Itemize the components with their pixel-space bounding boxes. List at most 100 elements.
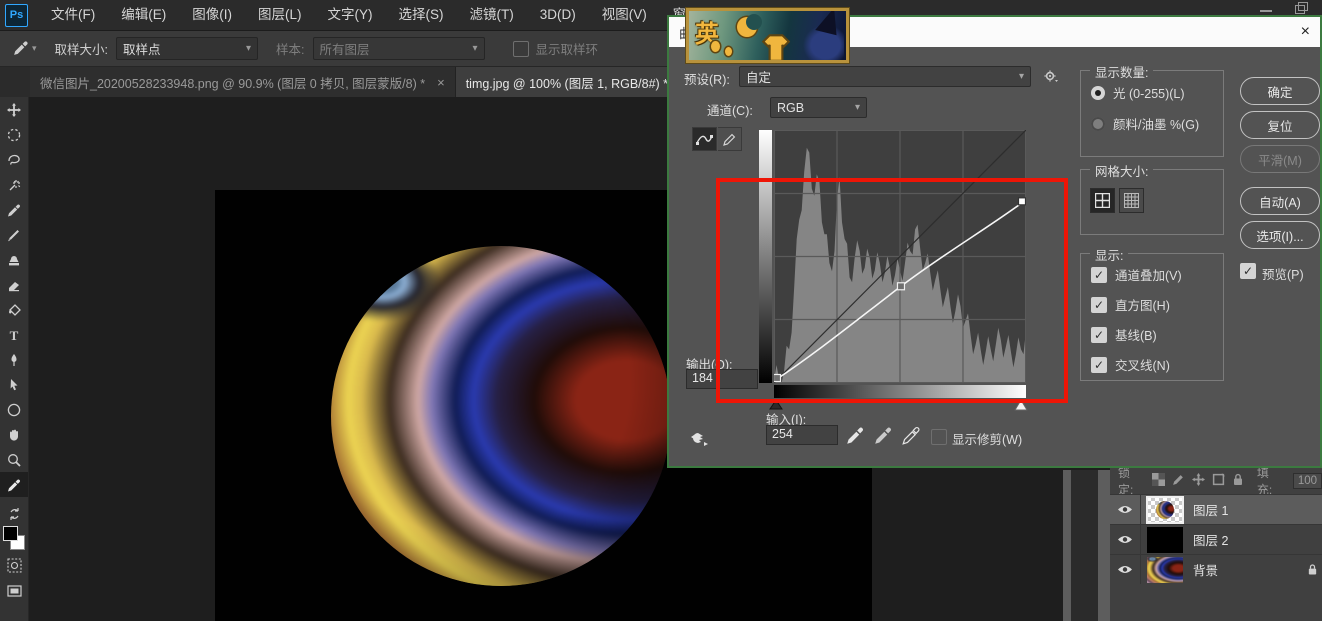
eyedropper-tool-icon[interactable]: ▾ xyxy=(12,40,37,57)
preset-dropdown[interactable]: 自定▾ xyxy=(739,66,1031,87)
clone-stamp-tool[interactable] xyxy=(0,247,28,272)
chevron-down-icon: ▾ xyxy=(1019,71,1024,82)
photoshop-window: Ps 文件(F)编辑(E)图像(I)图层(L)文字(Y)选择(S)滤镜(T)3D… xyxy=(0,0,1322,621)
lock-artboard-icon[interactable] xyxy=(1212,473,1225,489)
document-tab-1[interactable]: timg.jpg @ 100% (图层 1, RGB/8#) * xyxy=(456,67,679,97)
window-controls xyxy=(1260,3,1308,14)
gray-point-eyedropper-icon[interactable] xyxy=(873,425,893,452)
chevron-down-icon: ▾ xyxy=(855,102,860,113)
ok-button[interactable]: 确定 xyxy=(1240,77,1320,105)
zoom-tool[interactable] xyxy=(0,447,28,472)
edit-points-mode-button[interactable] xyxy=(692,127,717,151)
radio-label: 颜料/油墨 %(G) xyxy=(1113,114,1199,133)
fill-value-field[interactable]: 100 xyxy=(1293,473,1322,489)
screen-mode-icon[interactable] xyxy=(0,578,28,603)
show-checkbox-3[interactable]: ✓ xyxy=(1091,357,1107,373)
brush-tool[interactable] xyxy=(0,222,28,247)
menu-item-1[interactable]: 编辑(E) xyxy=(108,0,179,30)
eyedropper-tool[interactable] xyxy=(0,197,28,222)
layer-name: 图层 2 xyxy=(1193,530,1228,549)
lock-position-icon[interactable] xyxy=(1192,473,1205,489)
menu-item-8[interactable]: 视图(V) xyxy=(589,0,660,30)
lasso-tool[interactable] xyxy=(0,147,28,172)
close-icon[interactable]: × xyxy=(1301,24,1310,40)
menu-item-3[interactable]: 图层(L) xyxy=(245,0,315,30)
game-overlay-banner: 英 xyxy=(686,8,849,63)
lock-all-icon[interactable] xyxy=(1232,473,1244,489)
menu-item-5[interactable]: 选择(S) xyxy=(386,0,457,30)
menu-item-2[interactable]: 图像(I) xyxy=(179,0,245,30)
show-clipping-checkbox[interactable] xyxy=(931,429,947,445)
color-swatches[interactable] xyxy=(0,523,28,553)
layer-row-2[interactable]: 背景 xyxy=(1110,554,1322,584)
layer-visibility-toggle[interactable] xyxy=(1110,555,1141,584)
smooth-button[interactable]: 平滑(M) xyxy=(1240,145,1320,173)
simple-grid-button[interactable] xyxy=(1090,188,1115,213)
menu-item-7[interactable]: 3D(D) xyxy=(527,0,589,30)
layer-thumbnail[interactable] xyxy=(1147,527,1183,553)
layer-visibility-toggle[interactable] xyxy=(1110,525,1141,554)
move-tool[interactable] xyxy=(0,97,28,122)
preview-label: 预览(P) xyxy=(1262,264,1304,283)
layer-row-1[interactable]: 图层 2 xyxy=(1110,524,1322,554)
photoshop-logo[interactable]: Ps xyxy=(5,4,28,27)
banner-moon-icon xyxy=(737,17,757,37)
menu-item-0[interactable]: 文件(F) xyxy=(38,0,108,30)
type-tool[interactable]: T xyxy=(0,322,28,347)
svg-text:T: T xyxy=(10,328,19,343)
hand-tool[interactable] xyxy=(0,422,28,447)
swap-colors-icon[interactable] xyxy=(0,505,28,523)
show-clipping-label: 显示修剪(W) xyxy=(952,429,1022,448)
layer-thumbnail[interactable] xyxy=(1147,497,1183,523)
marquee-tool[interactable] xyxy=(0,122,28,147)
detailed-grid-button[interactable] xyxy=(1119,188,1144,213)
input-value-field[interactable]: 254 xyxy=(766,425,838,445)
channel-dropdown[interactable]: RGB▾ xyxy=(770,97,867,118)
panel-divider[interactable] xyxy=(1098,470,1110,621)
minimize-button[interactable] xyxy=(1260,3,1273,14)
path-select-tool[interactable] xyxy=(0,372,28,397)
paint-bucket-tool[interactable] xyxy=(0,297,28,322)
layer-row-0[interactable]: 图层 1 xyxy=(1110,494,1322,524)
tab-close-icon[interactable]: × xyxy=(437,75,445,90)
auto-button[interactable]: 自动(A) xyxy=(1240,187,1320,215)
radio-1[interactable] xyxy=(1091,117,1105,131)
show-checkbox-2[interactable]: ✓ xyxy=(1091,327,1107,343)
draw-curve-pencil-button[interactable] xyxy=(718,127,742,151)
radio-0[interactable] xyxy=(1091,86,1105,100)
preview-checkbox[interactable]: ✓ xyxy=(1240,263,1256,279)
foreground-color-swatch[interactable] xyxy=(3,526,18,541)
sample-size-dropdown[interactable]: 取样点▾ xyxy=(116,37,258,60)
reset-button[interactable]: 复位 xyxy=(1240,111,1320,139)
white-point-eyedropper-icon[interactable] xyxy=(901,425,921,452)
sample-dropdown[interactable]: 所有图层▾ xyxy=(313,37,485,60)
banner-dot-icon xyxy=(725,47,732,56)
panel-divider[interactable] xyxy=(1063,470,1071,621)
color-sampler-tool[interactable] xyxy=(0,472,28,497)
targeted-adjustment-tool-icon[interactable] xyxy=(689,429,713,453)
tools-panel: T xyxy=(0,97,29,621)
layer-visibility-toggle[interactable] xyxy=(1110,495,1141,524)
show-checkbox-1[interactable]: ✓ xyxy=(1091,297,1107,313)
preset-options-gear-icon[interactable] xyxy=(1041,66,1059,91)
show-checkbox-0[interactable]: ✓ xyxy=(1091,267,1107,283)
swirl-shading xyxy=(331,246,671,586)
quick-mask-icon[interactable] xyxy=(0,553,28,578)
menu-item-6[interactable]: 滤镜(T) xyxy=(457,0,527,30)
sample-label: 样本: xyxy=(276,39,304,58)
layer-thumbnail[interactable] xyxy=(1147,557,1183,583)
document-tab-0[interactable]: 微信图片_20200528233948.png @ 90.9% (图层 0 拷贝… xyxy=(30,67,456,97)
restore-button[interactable] xyxy=(1295,3,1308,14)
display-amount-title: 显示数量: xyxy=(1090,62,1153,81)
show-ring-checkbox[interactable] xyxy=(513,41,529,57)
options-button[interactable]: 选项(I)... xyxy=(1240,221,1320,249)
menu-item-4[interactable]: 文字(Y) xyxy=(315,0,386,30)
shape-tool[interactable] xyxy=(0,397,28,422)
black-point-eyedropper-icon[interactable] xyxy=(845,425,865,452)
lock-pixels-icon[interactable] xyxy=(1172,473,1185,489)
lock-transparency-icon[interactable] xyxy=(1152,473,1165,489)
pen-tool[interactable] xyxy=(0,347,28,372)
eye-icon xyxy=(1117,534,1133,545)
eraser-tool[interactable] xyxy=(0,272,28,297)
magic-wand-tool[interactable] xyxy=(0,172,28,197)
